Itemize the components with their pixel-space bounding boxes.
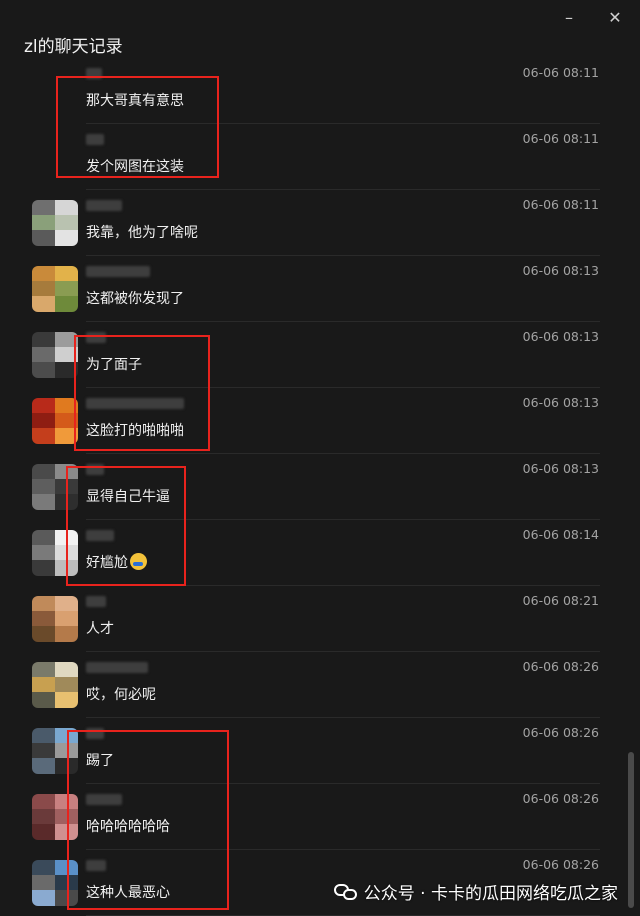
avatar[interactable] (32, 398, 78, 444)
avatar[interactable] (32, 596, 78, 642)
close-button[interactable]: ✕ (602, 6, 628, 30)
message-timestamp: 06-06 08:26 (522, 791, 599, 806)
message-text-content: 人才 (86, 621, 114, 637)
message-timestamp: 06-06 08:26 (522, 659, 599, 674)
message-timestamp: 06-06 08:26 (522, 725, 599, 740)
message-timestamp: 06-06 08:14 (522, 527, 599, 542)
avatar[interactable] (32, 200, 78, 246)
highlight-box (67, 730, 229, 910)
sender-name-blurred (86, 266, 150, 277)
sender-name-blurred (86, 200, 122, 211)
message-text: 人才 (86, 618, 114, 638)
wechat-icon (333, 882, 358, 902)
sender-name-blurred (86, 662, 148, 673)
message-item[interactable]: 这都被你发现了 06-06 08:13 (0, 256, 620, 322)
message-timestamp: 06-06 08:11 (522, 65, 599, 80)
window-controls: – ✕ (556, 6, 628, 30)
watermark: 公众号 · 卡卡的瓜田网络吃瓜之家 (333, 879, 618, 904)
minimize-button[interactable]: – (556, 6, 582, 30)
message-item[interactable]: 哎，何必呢 06-06 08:26 (0, 652, 620, 718)
message-timestamp: 06-06 08:11 (522, 197, 599, 212)
highlight-box (74, 335, 210, 451)
message-timestamp: 06-06 08:26 (522, 857, 599, 872)
message-text-content: 我靠，他为了啥呢 (86, 225, 198, 241)
avatar[interactable] (32, 662, 78, 708)
window-title: zl的聊天记录 (24, 37, 123, 57)
message-timestamp: 06-06 08:13 (522, 263, 599, 278)
sender-name-blurred (86, 596, 106, 607)
scrollbar-thumb[interactable] (628, 752, 634, 908)
message-timestamp: 06-06 08:13 (522, 395, 599, 410)
message-timestamp: 06-06 08:11 (522, 131, 599, 146)
message-item[interactable]: 我靠，他为了啥呢 06-06 08:11 (0, 190, 620, 256)
message-text-content: 哎，何必呢 (86, 687, 156, 703)
avatar[interactable] (32, 266, 78, 312)
highlight-box (66, 466, 186, 586)
message-text: 哎，何必呢 (86, 684, 156, 704)
message-item[interactable]: 人才 06-06 08:21 (0, 586, 620, 652)
highlight-box (56, 76, 219, 178)
message-timestamp: 06-06 08:13 (522, 329, 599, 344)
message-timestamp: 06-06 08:13 (522, 461, 599, 476)
avatar[interactable] (32, 332, 78, 378)
message-text: 我靠，他为了啥呢 (86, 222, 198, 242)
message-text: 这都被你发现了 (86, 288, 184, 308)
message-text-content: 这都被你发现了 (86, 291, 184, 307)
message-timestamp: 06-06 08:21 (522, 593, 599, 608)
watermark-text: 公众号 · 卡卡的瓜田网络吃瓜之家 (363, 884, 618, 904)
